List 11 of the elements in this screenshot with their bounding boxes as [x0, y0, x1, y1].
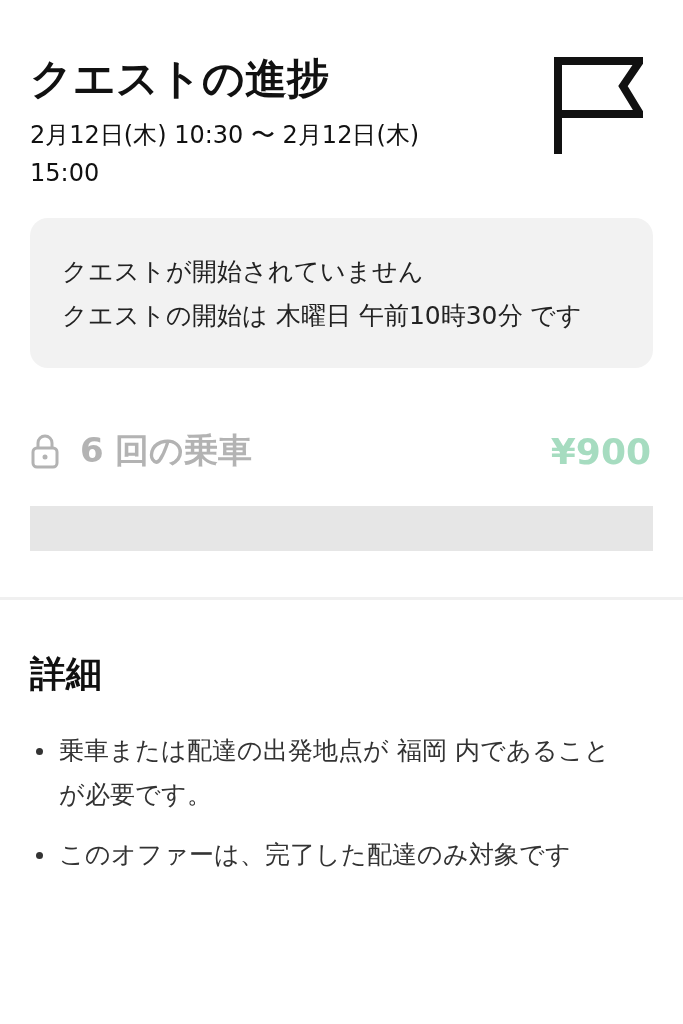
quest-period: 2月12日(木) 10:30 〜 2月12日(木) 15:00 — [30, 120, 421, 190]
status-notice: クエストが開始されていません クエストの開始は 木曜日 午前10時30分 です — [30, 218, 653, 369]
bullet-icon — [36, 852, 43, 860]
detail-text: このオファーは、完了した配達のみ対象です — [59, 839, 572, 872]
detail-text: 乗車または配達の出発地点が 福岡 内であることが必要です。 — [59, 735, 611, 812]
goal-label: 6 回の乗車 — [80, 429, 254, 473]
bullet-icon — [36, 748, 43, 756]
flag-icon — [553, 56, 643, 156]
page-title: クエストの進捗 — [30, 53, 330, 105]
details-heading: 詳細 — [30, 652, 103, 697]
reward-amount: ¥900 — [550, 430, 651, 472]
